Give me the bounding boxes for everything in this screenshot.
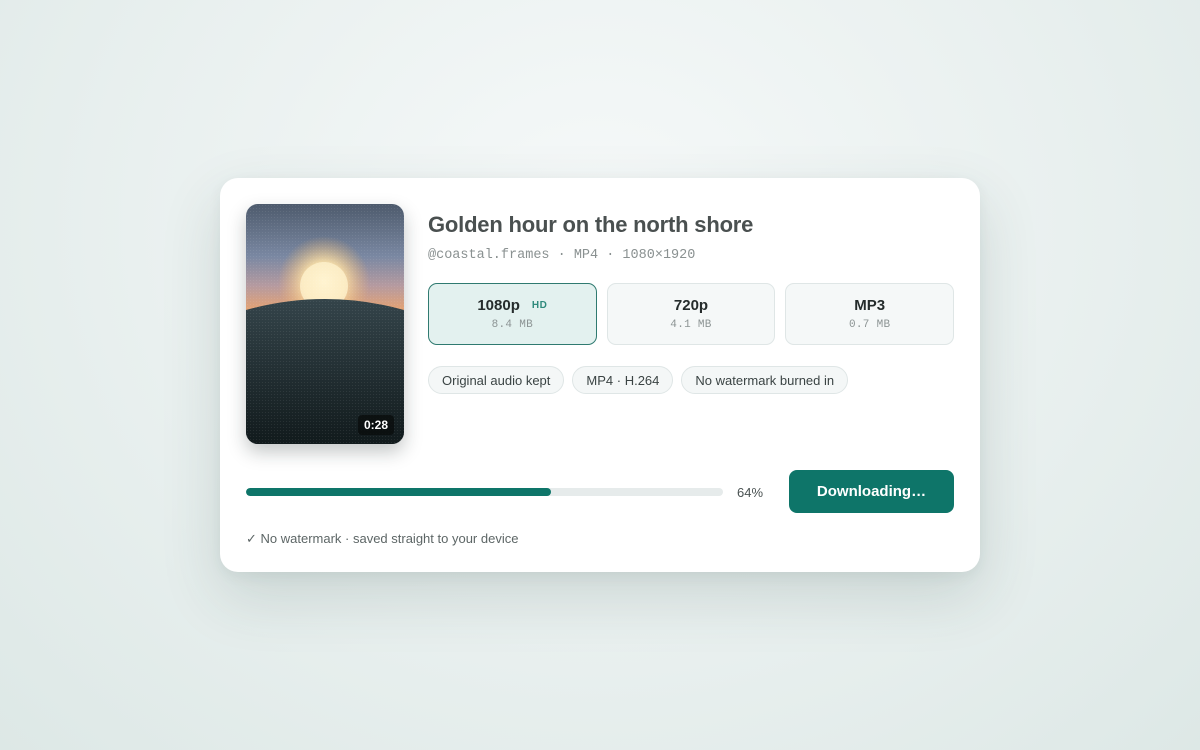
format-label: MP3: [854, 297, 886, 314]
hd-badge: HD: [531, 300, 548, 311]
download-progress-percent: 64%: [737, 485, 764, 500]
format-size: 4.1 MB: [670, 319, 712, 331]
video-thumbnail[interactable]: 0:28: [246, 204, 404, 444]
download-progress-bar: [246, 488, 723, 496]
sunset-scene-image: [246, 204, 404, 444]
format-header: 720p: [674, 297, 708, 314]
footnote-note: ✓ No watermark · saved straight to your …: [246, 531, 519, 546]
format-size: 8.4 MB: [491, 319, 534, 331]
format-label: 1080p: [477, 297, 520, 314]
format-header: MP3: [854, 297, 885, 314]
format-option-1080p[interactable]: 1080p HD 8.4 MB: [428, 283, 597, 345]
chip-original-audio: Original audio kept: [428, 366, 565, 394]
video-duration: 0:28: [357, 415, 394, 435]
format-option-720p[interactable]: 720p 4.1 MB: [606, 283, 776, 345]
download-card: 0:28 Golden hour on the north shore @coa…: [220, 178, 980, 572]
chip-codec: MP4 · H.264: [572, 366, 674, 394]
download-progress-fill: [246, 488, 552, 496]
video-info: Golden hour on the north shore @coastal.…: [428, 204, 955, 394]
format-option-mp3[interactable]: MP3 0.7 MB: [785, 283, 955, 345]
video-title: Golden hour on the north shore: [428, 212, 754, 237]
format-header: 1080p HD: [477, 297, 547, 314]
feature-chips: Original audio kept MP4 · H.264 No water…: [428, 366, 954, 394]
format-label: 720p: [673, 297, 709, 314]
download-button[interactable]: Downloading…: [789, 470, 954, 513]
chip-no-watermark: No watermark burned in: [681, 366, 849, 394]
video-meta: @coastal.frames · MP4 · 1080×1920: [428, 248, 696, 263]
format-size: 0.7 MB: [848, 319, 891, 331]
format-options: 1080p HD 8.4 MB 720p 4.1 MB MP3 0.7 MB: [428, 283, 955, 345]
